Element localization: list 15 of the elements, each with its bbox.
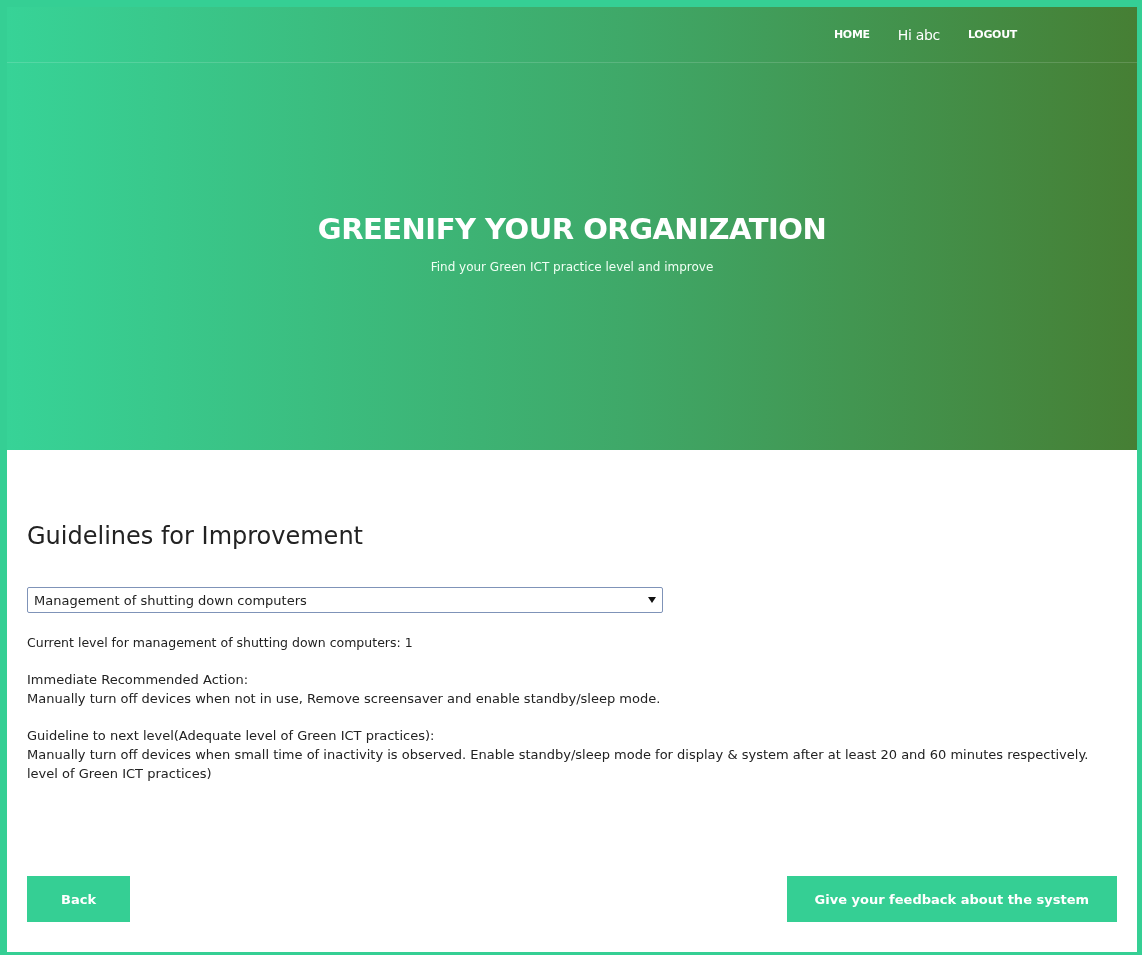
nav-link[interactable]: HOME bbox=[833, 28, 870, 41]
hero-subtitle: Find your Green ICT practice level and improve bbox=[430, 259, 714, 274]
current-level-text: Current level for management of shutting down computers: 1 bbox=[27, 634, 414, 652]
guideline-title: Immediate Recommended Action: bbox=[27, 671, 250, 689]
greeting-text: Hi abc bbox=[897, 26, 940, 43]
guideline-text: Manually turn off devices when small time of inactivity is observed. Enable standby/sleep mode for display & system after at least 20 and 60 minutes respectively. level of Green ICT practices) bbox=[27, 746, 1090, 783]
caret-icon bbox=[648, 597, 656, 603]
section-heading: Guidelines for Improvement bbox=[27, 522, 364, 550]
guideline-title: Guideline to next level(Adequate level of Green ICT practices): bbox=[27, 727, 436, 745]
back-button[interactable]: Back bbox=[27, 876, 131, 922]
nav-link[interactable]: LOGOUT bbox=[968, 28, 1017, 41]
feedback-button[interactable]: Give your feedback about the system bbox=[786, 876, 1117, 922]
category-dropdown[interactable]: Management of shutting down computers bbox=[27, 587, 663, 613]
guideline-text: Manually turn off devices when not in use, Remove screensaver and enable standby/sleep mode. bbox=[27, 690, 662, 708]
hero-title: GREENIFY YOUR ORGANIZATION bbox=[317, 211, 827, 246]
